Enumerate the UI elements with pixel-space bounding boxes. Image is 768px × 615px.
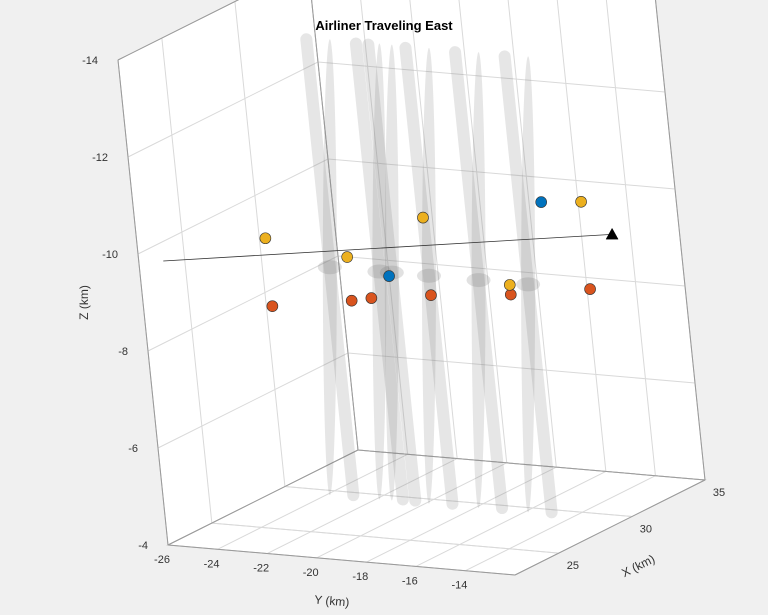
chart-title: Airliner Traveling East <box>0 18 768 33</box>
data-point <box>417 212 428 223</box>
data-point <box>366 293 377 304</box>
data-point <box>536 197 547 208</box>
svg-text:25: 25 <box>567 560 579 572</box>
svg-text:-8: -8 <box>118 346 128 358</box>
svg-text:-12: -12 <box>92 152 108 164</box>
svg-text:35: 35 <box>713 487 725 499</box>
data-point <box>425 290 436 301</box>
svg-text:-20: -20 <box>303 567 319 579</box>
data-point <box>384 271 395 282</box>
svg-text:-26: -26 <box>154 554 170 566</box>
data-point <box>346 295 357 306</box>
y-axis-label: Y (km) <box>314 593 350 610</box>
svg-text:-14: -14 <box>451 580 467 592</box>
svg-text:-16: -16 <box>402 575 418 587</box>
data-point <box>267 301 278 312</box>
svg-text:-24: -24 <box>204 558 220 570</box>
z-axis-label: Z (km) <box>77 285 91 320</box>
data-point <box>504 279 515 290</box>
data-point <box>260 233 271 244</box>
data-point <box>505 289 516 300</box>
svg-text:-10: -10 <box>102 249 118 261</box>
data-point <box>342 252 353 263</box>
svg-text:30: 30 <box>640 524 652 536</box>
data-point <box>576 196 587 207</box>
data-point <box>585 284 596 295</box>
svg-text:-22: -22 <box>253 563 269 575</box>
x-axis-label: X (km) <box>619 552 657 580</box>
svg-text:-6: -6 <box>128 443 138 455</box>
svg-text:-14: -14 <box>82 55 98 67</box>
plot-3d: -14 -12 -10 -8 -6 -4 -26 -24 -22 -20 -18 -16 -14 25 30… <box>0 0 768 615</box>
svg-text:-4: -4 <box>138 540 148 552</box>
svg-text:-18: -18 <box>352 571 368 583</box>
